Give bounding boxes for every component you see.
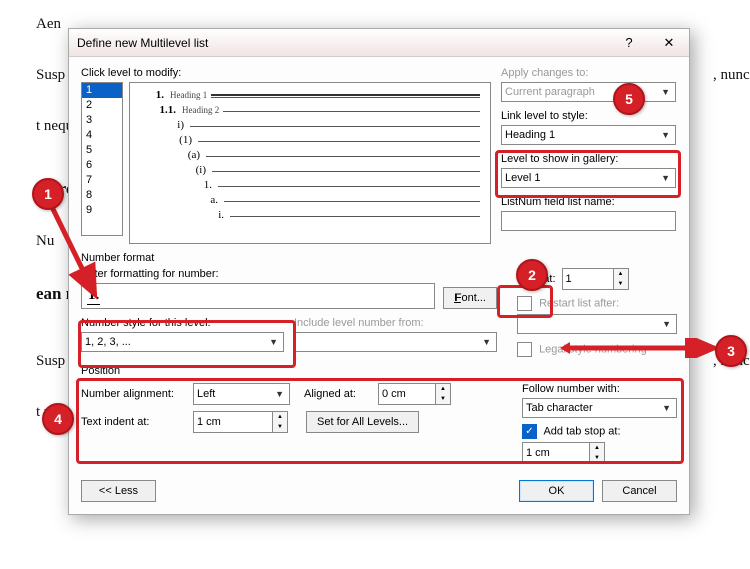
help-button[interactable]: ? (609, 30, 649, 56)
spin-up-icon: ▲ (436, 384, 450, 394)
preview-num: 1. (140, 89, 170, 101)
annotation-marker-5: 5 (613, 83, 645, 115)
add-tab-label: Add tab stop at: (543, 425, 620, 437)
level-item[interactable]: 6 (82, 158, 122, 173)
spin-down-icon: ▼ (436, 394, 450, 404)
cancel-button[interactable]: Cancel (602, 480, 677, 502)
level-item[interactable]: 8 (82, 188, 122, 203)
titlebar[interactable]: Define new Multilevel list ? ✕ (69, 29, 689, 57)
legal-checkbox (517, 342, 532, 357)
follow-number-select[interactable]: Tab character▼ (522, 398, 677, 418)
listnum-label: ListNum field list name: (501, 196, 676, 208)
listnum-input[interactable] (501, 211, 676, 231)
restart-checkbox (517, 296, 532, 311)
level-gallery-select[interactable]: Level 1▼ (501, 168, 676, 188)
font-button[interactable]: FFont... (443, 287, 497, 309)
chevron-down-icon: ▼ (659, 319, 674, 329)
close-button[interactable]: ✕ (649, 30, 689, 56)
number-alignment-label: Number alignment: (81, 388, 189, 400)
chevron-down-icon: ▼ (266, 337, 281, 347)
aligned-at-label: Aligned at: (304, 388, 374, 400)
less-button[interactable]: << Less (81, 480, 156, 502)
level-item[interactable]: 4 (82, 128, 122, 143)
annotation-marker-4: 4 (42, 403, 74, 435)
level-listbox[interactable]: 1 2 3 4 5 6 7 8 9 (81, 82, 123, 236)
position-label: Position (81, 365, 677, 377)
level-gallery-label: Level to show in gallery: (501, 153, 676, 165)
link-level-label: Link level to style: (501, 110, 676, 122)
text-indent-input[interactable] (193, 411, 273, 433)
start-at-input[interactable] (562, 268, 614, 290)
spin-up-icon: ▲ (614, 269, 628, 279)
spin-up-icon: ▲ (590, 443, 604, 453)
set-all-levels-button[interactable]: Set for All Levels... (306, 411, 419, 433)
level-item[interactable]: 1 (82, 83, 122, 98)
bg-line: Susp (36, 351, 65, 372)
add-tab-spinner[interactable]: ▲▼ (522, 442, 677, 464)
chevron-down-icon: ▼ (658, 130, 673, 140)
number-alignment-select[interactable]: Left▼ (193, 383, 290, 405)
spin-down-icon: ▼ (590, 453, 604, 463)
annotation-marker-2: 2 (516, 259, 548, 291)
include-level-select: ▼ (294, 332, 497, 352)
spin-down-icon: ▼ (273, 422, 287, 432)
define-multilevel-dialog: Define new Multilevel list ? ✕ Click lev… (68, 28, 690, 515)
apply-changes-label: Apply changes to: (501, 67, 676, 79)
bg-line: Susp (36, 65, 65, 86)
chevron-down-icon: ▼ (658, 173, 673, 183)
chevron-down-icon: ▼ (272, 389, 287, 399)
enter-format-label: Enter formatting for number: (81, 268, 497, 280)
number-style-select[interactable]: 1, 2, 3, ...▼ (81, 332, 284, 352)
dialog-title: Define new Multilevel list (77, 36, 609, 50)
number-format-input[interactable]: 1. (81, 283, 435, 309)
ok-button[interactable]: OK (519, 480, 594, 502)
restart-label: Restart list after: (539, 297, 619, 309)
level-item[interactable]: 9 (82, 203, 122, 218)
level-item[interactable]: 3 (82, 113, 122, 128)
level-item[interactable]: 5 (82, 143, 122, 158)
add-tab-checkbox[interactable]: ✓ (522, 424, 537, 439)
start-at-spinner[interactable]: ▲▼ (562, 268, 629, 290)
legal-label: Legal style numbering (539, 343, 647, 355)
include-level-label: Include level number from: (294, 317, 497, 329)
annotation-marker-1: 1 (32, 178, 64, 210)
link-level-select[interactable]: Heading 1▼ (501, 125, 676, 145)
restart-after-select: ▼ (517, 314, 677, 334)
aligned-at-input[interactable] (378, 383, 436, 405)
chevron-down-icon: ▼ (659, 403, 674, 413)
number-style-label: Number style for this level: (81, 317, 284, 329)
annotation-marker-3: 3 (715, 335, 747, 367)
follow-number-label: Follow number with: (522, 383, 677, 395)
preview-pane: 1.Heading 1 1.1.Heading 2 i) (1) (a) (i)… (129, 82, 491, 244)
apply-changes-select: Current paragraph▼ (501, 82, 676, 102)
spin-up-icon: ▲ (273, 412, 287, 422)
text-indent-spinner[interactable]: ▲▼ (193, 411, 288, 433)
bg-line: , nunc. N (713, 65, 750, 86)
chevron-down-icon: ▼ (658, 87, 673, 97)
aligned-at-spinner[interactable]: ▲▼ (378, 383, 451, 405)
text-indent-label: Text indent at: (81, 416, 189, 428)
number-format-label: Number format (81, 252, 677, 264)
level-item[interactable]: 7 (82, 173, 122, 188)
spin-down-icon: ▼ (614, 279, 628, 289)
level-item[interactable]: 2 (82, 98, 122, 113)
preview-num: 1.1. (140, 104, 182, 116)
add-tab-input[interactable] (522, 442, 590, 464)
chevron-down-icon: ▼ (479, 337, 494, 347)
click-level-label: Click level to modify: (81, 67, 491, 79)
